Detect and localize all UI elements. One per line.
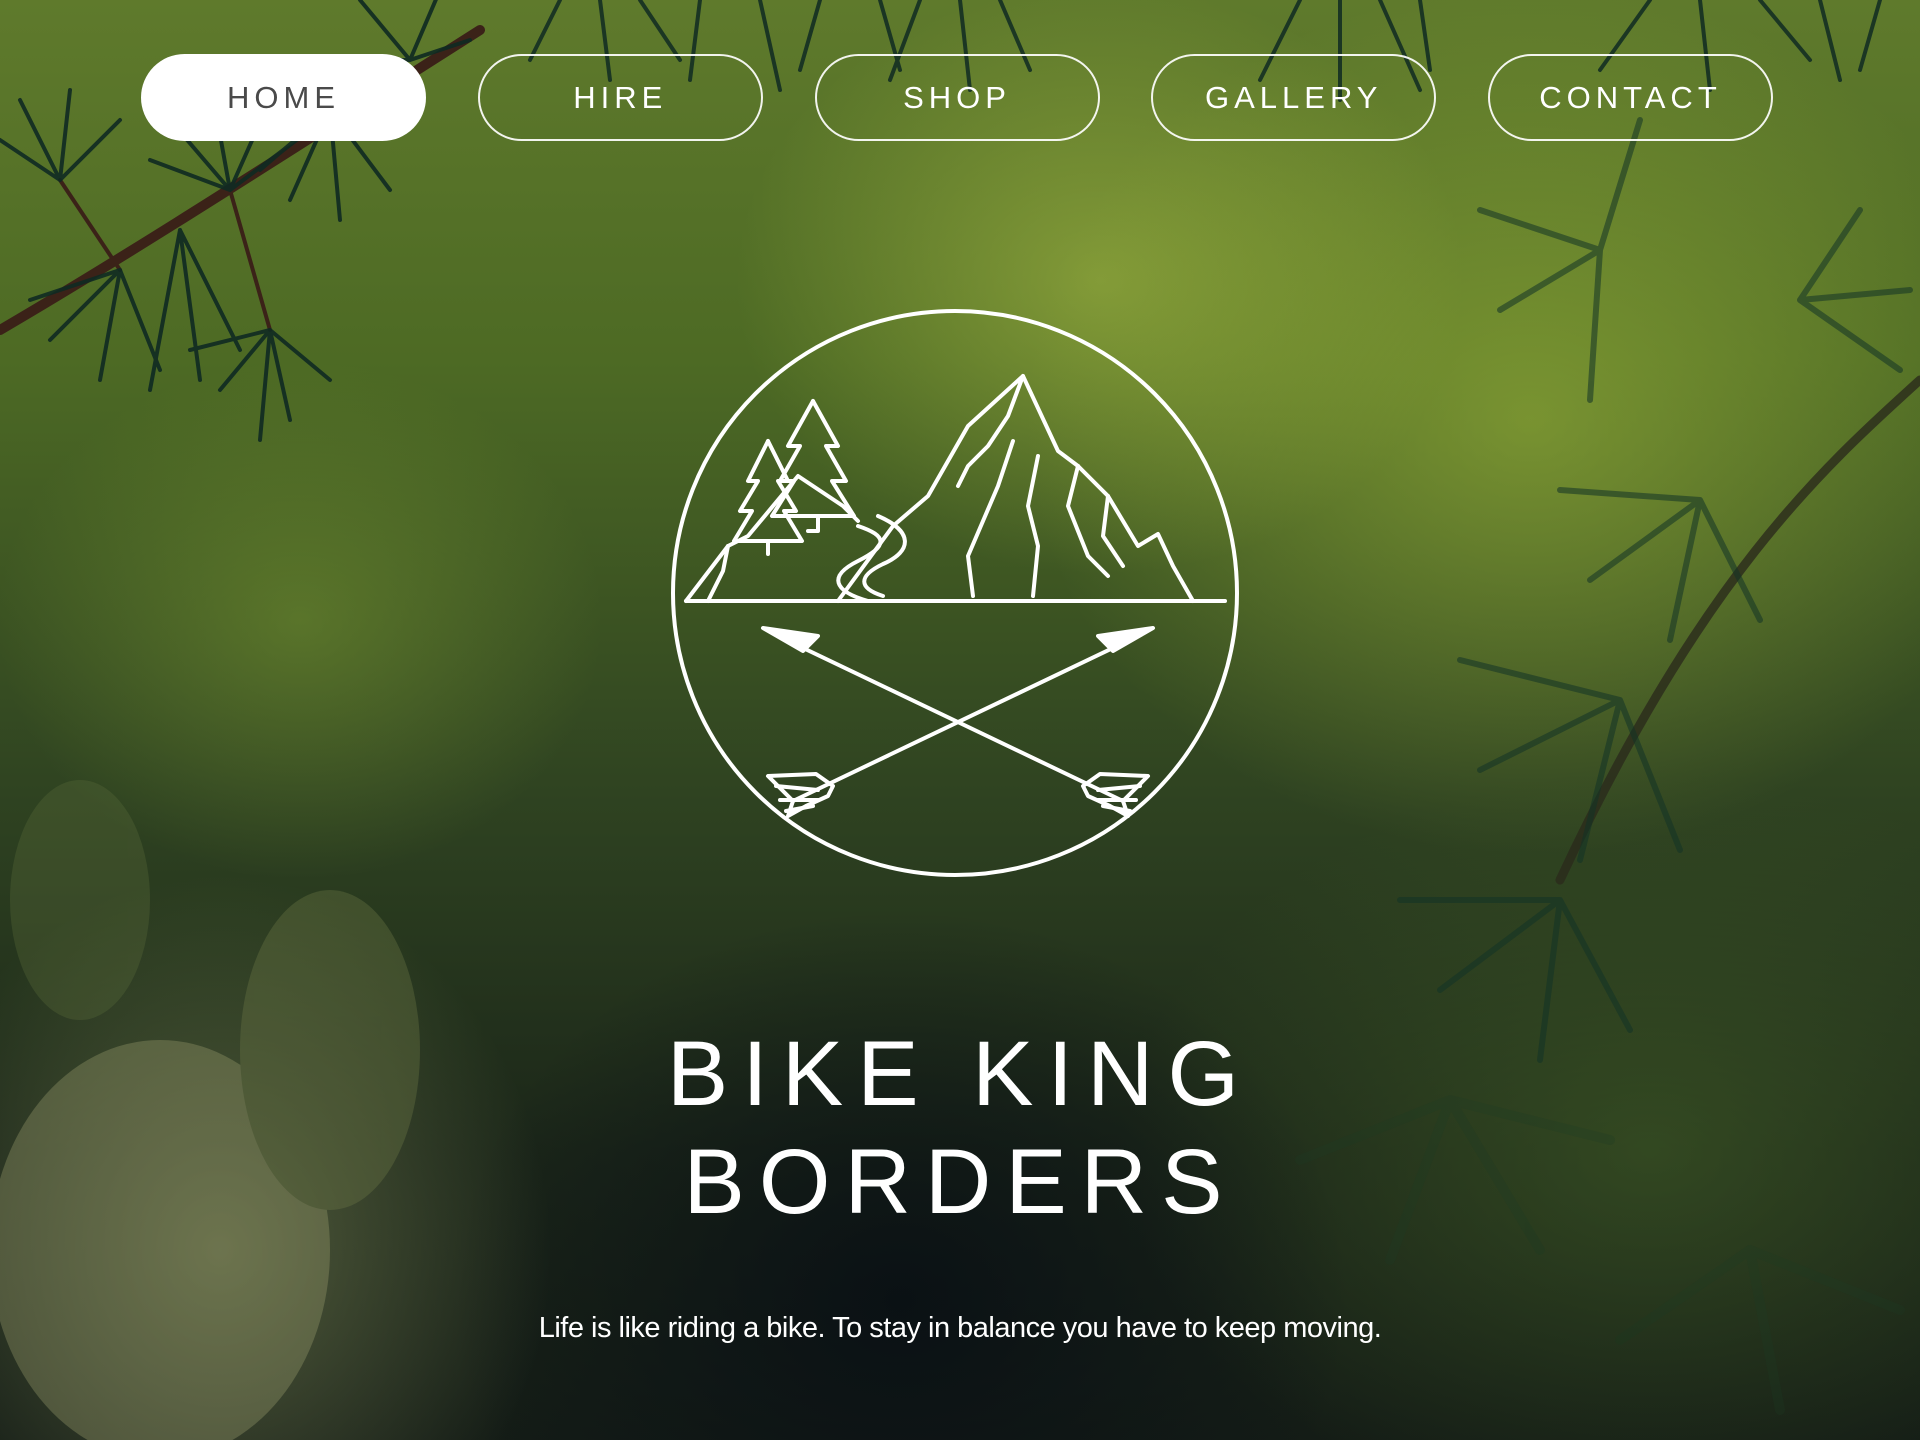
nav-contact-button[interactable]: CONTACT	[1488, 54, 1773, 141]
site-title: BIKE KING BORDERS	[560, 1020, 1360, 1236]
main-nav: HOME HIRE SHOP GALLERY CONTACT	[141, 54, 1773, 145]
hero-page: HOME HIRE SHOP GALLERY CONTACT BIKE KING…	[0, 0, 1920, 1440]
nav-shop-button[interactable]: SHOP	[814, 54, 1100, 141]
nav-home-button[interactable]: HOME	[141, 54, 426, 141]
mountain-arrows-emblem-icon	[671, 309, 1239, 877]
tagline: Life is like riding a bike. To stay in b…	[538, 1312, 1382, 1344]
nav-gallery-button[interactable]: GALLERY	[1151, 54, 1437, 141]
nav-hire-button[interactable]: HIRE	[477, 54, 763, 141]
site-title-line1: BIKE KING	[666, 1023, 1254, 1125]
site-title-line2: BORDERS	[683, 1131, 1237, 1233]
